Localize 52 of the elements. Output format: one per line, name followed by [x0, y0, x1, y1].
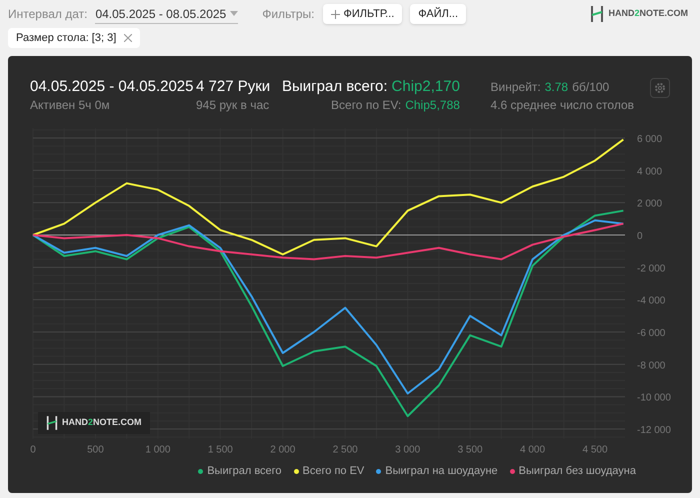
logo-icon — [46, 416, 58, 430]
hands-count: 4 727 Руки — [196, 78, 272, 96]
caret-icon — [230, 11, 238, 16]
winrate-label: Винрейт: — [490, 79, 541, 96]
y-axis-label: 2 000 — [637, 198, 662, 210]
x-axis-label: 1 500 — [208, 444, 233, 456]
logo-text: HAND2NOTE.COM — [608, 7, 688, 20]
won-value: Chip2,170 — [392, 78, 460, 96]
x-axis-label: 4 000 — [520, 444, 546, 456]
y-axis-label: 0 — [637, 231, 643, 242]
ev-value: Chip5,788 — [405, 97, 460, 114]
close-icon[interactable] — [124, 34, 132, 42]
y-axis-label: -6 000 — [637, 328, 666, 340]
active-time: Активен 5ч 0м — [30, 97, 111, 114]
y-axis-label: 4 000 — [637, 166, 662, 178]
y-axis-label: -12 000 — [637, 425, 671, 436]
y-axis-label: 6 000 — [637, 134, 662, 145]
winrate-value: 3.78 — [544, 79, 568, 96]
plus-icon — [330, 10, 340, 18]
won-label: Выиграл всего: — [282, 78, 388, 96]
x-axis-label: 2 500 — [332, 444, 358, 456]
y-axis-label: -8 000 — [637, 360, 666, 372]
filter-chip[interactable]: Размер стола: [3; 3] — [8, 28, 140, 48]
hands-per-hour: 945 рук в час — [196, 97, 270, 114]
add-filter-button[interactable]: ФИЛЬТР... — [322, 4, 402, 24]
x-axis-label: 500 — [87, 444, 104, 456]
settings-button[interactable] — [650, 78, 670, 98]
file-button[interactable]: ФАЙЛ... — [410, 4, 466, 24]
x-axis-label: 4 500 — [582, 444, 608, 456]
ev-label: Всего по EV: — [331, 97, 402, 114]
legend-label[interactable]: Выиграл на шоудауне — [385, 463, 498, 480]
legend-label[interactable]: Всего по EV — [302, 463, 364, 480]
x-axis-label: 0 — [30, 444, 36, 456]
date-label: Интервал дат: — [8, 6, 88, 23]
filters-label: Фильтры: — [262, 6, 315, 23]
logo-icon — [590, 6, 604, 22]
x-axis-label: 3 500 — [458, 444, 483, 456]
logo-text: HAND2NOTE.COM — [62, 416, 142, 430]
y-axis-label: -10 000 — [637, 392, 671, 404]
x-axis-label: 1 000 — [145, 444, 170, 456]
winrate-unit: бб/100 — [572, 79, 610, 96]
x-axis-label: 2 000 — [270, 444, 296, 456]
tables-text: 4.6 среднее число столов — [490, 97, 634, 114]
y-axis-label: -2 000 — [637, 263, 666, 274]
x-axis-label: 3 000 — [395, 444, 420, 456]
period-text: 04.05.2025 - 04.05.2025 — [30, 78, 194, 96]
date-range-dropdown[interactable]: 04.05.2025 - 08.05.2025 — [95, 4, 238, 24]
filter-chip-label: Размер стола: [3; 3] — [16, 30, 116, 46]
y-axis-label: -4 000 — [637, 296, 666, 307]
settings-icon — [654, 82, 666, 94]
legend-label[interactable]: Выиграл без шоудауна — [518, 463, 636, 480]
legend-label[interactable]: Выиграл всего — [207, 463, 282, 480]
